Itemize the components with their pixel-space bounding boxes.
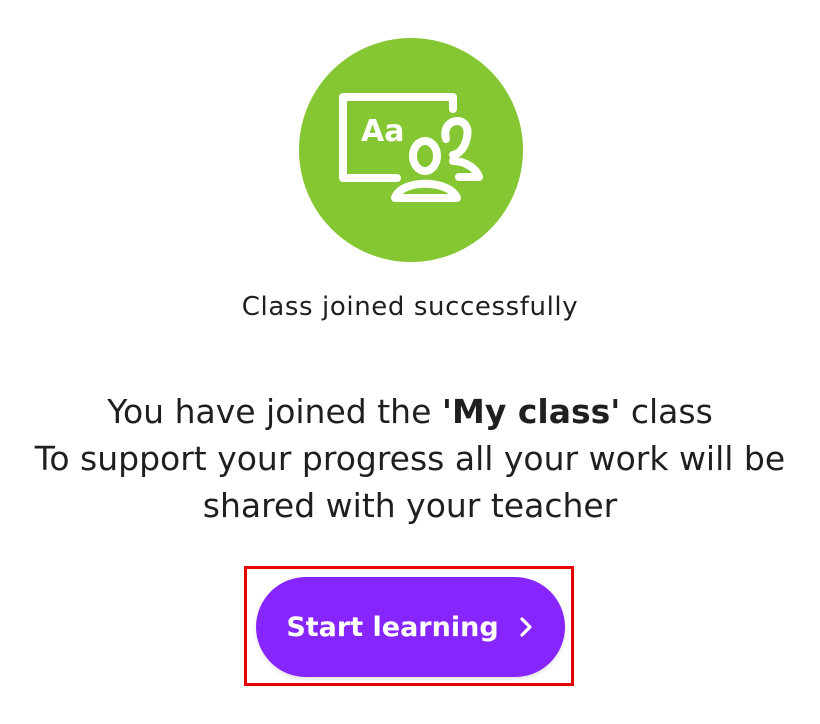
message-prefix: You have joined the (107, 392, 442, 431)
message-suffix: class (620, 392, 713, 431)
message-line-3: shared with your teacher (202, 486, 618, 525)
class-name: 'My class' (441, 392, 621, 431)
status-title: Class joined successfully (241, 292, 579, 322)
message-line-1: You have joined the 'My class' class (0, 388, 820, 435)
message-line-2: To support your progress all your work w… (34, 439, 786, 478)
classroom-icon-graphic: Aa (339, 93, 483, 202)
join-class-success-page: Aa Class joined successfully You have jo… (0, 0, 820, 724)
join-message: You have joined the 'My class' class To … (0, 388, 820, 529)
chevron-right-icon (520, 617, 532, 637)
classroom-icon: Aa (299, 38, 523, 262)
board-text: Aa (361, 114, 404, 149)
start-learning-button[interactable]: Start learning (256, 577, 565, 677)
start-learning-label: Start learning (286, 611, 499, 643)
